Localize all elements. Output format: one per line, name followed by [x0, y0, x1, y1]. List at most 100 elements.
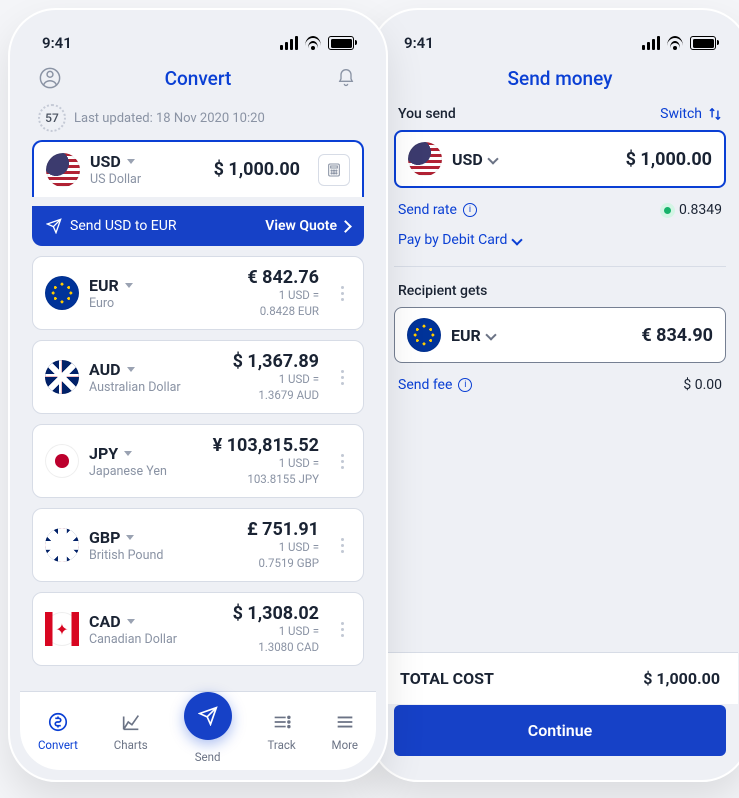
- currency-name: Euro: [89, 296, 133, 311]
- send-icon: [184, 692, 232, 740]
- row-menu-button[interactable]: [333, 538, 351, 553]
- view-quote-button[interactable]: View Quote: [265, 218, 350, 234]
- caret-down-icon: [127, 367, 135, 372]
- flag-aud-icon: [45, 360, 79, 394]
- row-menu-button[interactable]: [333, 622, 351, 637]
- phone-send-money: 9:41 Send money You send Switch: [370, 8, 739, 782]
- flag-jpy-icon: [45, 444, 79, 478]
- flag-us-icon: [408, 142, 442, 176]
- tab-convert[interactable]: Convert: [38, 710, 78, 752]
- continue-button[interactable]: Continue: [394, 705, 726, 756]
- currency-rate: 1 USD =103.8155 JPY: [213, 456, 319, 487]
- chevron-down-icon: [485, 329, 496, 340]
- refresh-timer-value: 57: [45, 111, 59, 125]
- tab-label: Charts: [114, 738, 148, 752]
- profile-button[interactable]: [36, 64, 64, 92]
- currency-amount: € 842.76: [247, 267, 319, 288]
- caret-down-icon: [127, 619, 135, 624]
- base-amount[interactable]: $ 1,000.00: [214, 159, 300, 180]
- recv-amount: € 834.90: [641, 325, 713, 346]
- phone-convert: 9:41 Convert 57 Last upd: [8, 8, 388, 782]
- currency-row[interactable]: GBP British Pound£ 751.911 USD =0.7519 G…: [32, 508, 364, 582]
- status-time: 9:41: [404, 34, 434, 52]
- currency-name: British Pound: [89, 548, 163, 563]
- chevron-down-icon: [512, 234, 523, 245]
- page-title: Convert: [64, 67, 332, 90]
- switch-icon: [708, 107, 722, 121]
- currency-code[interactable]: CAD: [89, 612, 177, 631]
- back-placeholder: [398, 64, 426, 92]
- caret-down-icon: [124, 451, 132, 456]
- notifications-button[interactable]: [332, 64, 360, 92]
- currency-code[interactable]: EUR: [89, 276, 133, 295]
- track-icon: [270, 710, 294, 734]
- cellular-icon: [280, 36, 298, 50]
- send-fee-value: $ 0.00: [683, 377, 722, 393]
- recipient-label: Recipient gets: [398, 283, 487, 299]
- row-menu-button[interactable]: [333, 454, 351, 469]
- total-value: $ 1,000.00: [643, 669, 720, 688]
- currency-code[interactable]: JPY: [89, 444, 167, 463]
- currency-rate: 1 USD =0.7519 GBP: [247, 540, 319, 571]
- info-icon: [458, 378, 472, 392]
- currency-code[interactable]: GBP: [89, 528, 163, 547]
- battery-icon: [328, 36, 354, 50]
- flag-cad-icon: [45, 612, 79, 646]
- status-bar: 9:41: [382, 20, 738, 58]
- header-spacer: [694, 64, 722, 92]
- pay-method[interactable]: Pay by Debit Card: [398, 232, 521, 248]
- caret-down-icon: [127, 159, 135, 164]
- currency-row[interactable]: JPY Japanese Yen¥ 103,815.521 USD =103.8…: [32, 424, 364, 498]
- send-currency[interactable]: USD: [452, 150, 497, 169]
- last-updated: Last updated: 18 Nov 2020 10:20: [74, 111, 265, 126]
- chevron-right-icon: [339, 220, 352, 233]
- tab-more[interactable]: More: [332, 710, 359, 752]
- charts-icon: [119, 710, 143, 734]
- currency-amount: ¥ 103,815.52: [213, 435, 319, 456]
- refresh-timer[interactable]: 57: [38, 104, 66, 132]
- switch-button[interactable]: Switch: [660, 106, 722, 122]
- recipient-field[interactable]: EUR € 834.90: [394, 307, 726, 363]
- currency-rate: 1 USD =1.3679 AUD: [233, 372, 319, 403]
- tab-label: Send: [195, 750, 221, 764]
- quote-text: Send USD to EUR: [70, 218, 176, 234]
- currency-amount: $ 1,308.02: [233, 603, 319, 624]
- flag-eu-icon: [407, 318, 441, 352]
- tab-charts[interactable]: Charts: [114, 710, 148, 752]
- send-rate-label[interactable]: Send rate: [398, 202, 477, 218]
- base-name: US Dollar: [90, 172, 141, 187]
- currency-name: Australian Dollar: [89, 380, 181, 395]
- tab-label: Convert: [38, 738, 78, 752]
- total-label: TOTAL COST: [400, 669, 494, 688]
- convert-icon: [46, 710, 70, 734]
- send-fee-label[interactable]: Send fee: [398, 377, 472, 393]
- currency-row[interactable]: EUR Euro € 842.761 USD =0.8428 EUR: [32, 256, 364, 330]
- status-time: 9:41: [42, 34, 72, 52]
- row-menu-button[interactable]: [333, 370, 351, 385]
- currency-row[interactable]: AUD Australian Dollar $ 1,367.891 USD =1.…: [32, 340, 364, 414]
- currency-name: Canadian Dollar: [89, 632, 177, 647]
- currency-row[interactable]: CAD Canadian Dollar $ 1,308.021 USD =1.30…: [32, 592, 364, 666]
- tab-send[interactable]: Send: [184, 698, 232, 764]
- tab-track[interactable]: Track: [267, 710, 295, 752]
- currency-rate: 1 USD =1.3080 CAD: [233, 624, 319, 655]
- base-code[interactable]: USD: [90, 152, 141, 171]
- row-menu-button[interactable]: [333, 286, 351, 301]
- currency-rate: 1 USD =0.8428 EUR: [247, 288, 319, 319]
- recv-currency[interactable]: EUR: [451, 326, 495, 345]
- caret-down-icon: [126, 535, 134, 540]
- send-quote-bar[interactable]: Send USD to EUR View Quote: [32, 206, 364, 246]
- calculator-button[interactable]: [318, 154, 350, 186]
- send-amount[interactable]: $ 1,000.00: [626, 149, 712, 170]
- wifi-icon: [304, 36, 322, 50]
- page-title: Send money: [426, 67, 694, 90]
- you-send-field[interactable]: USD $ 1,000.00: [394, 130, 726, 188]
- status-dot-icon: [664, 207, 671, 214]
- battery-icon: [690, 36, 716, 50]
- currency-amount: $ 1,367.89: [233, 351, 319, 372]
- flag-us-icon: [46, 153, 80, 187]
- base-currency-card[interactable]: USD US Dollar $ 1,000.00: [32, 140, 364, 197]
- send-rate-value: 0.8349: [664, 202, 722, 218]
- currency-code[interactable]: AUD: [89, 360, 181, 379]
- total-cost-bar: TOTAL COST $ 1,000.00: [382, 652, 738, 704]
